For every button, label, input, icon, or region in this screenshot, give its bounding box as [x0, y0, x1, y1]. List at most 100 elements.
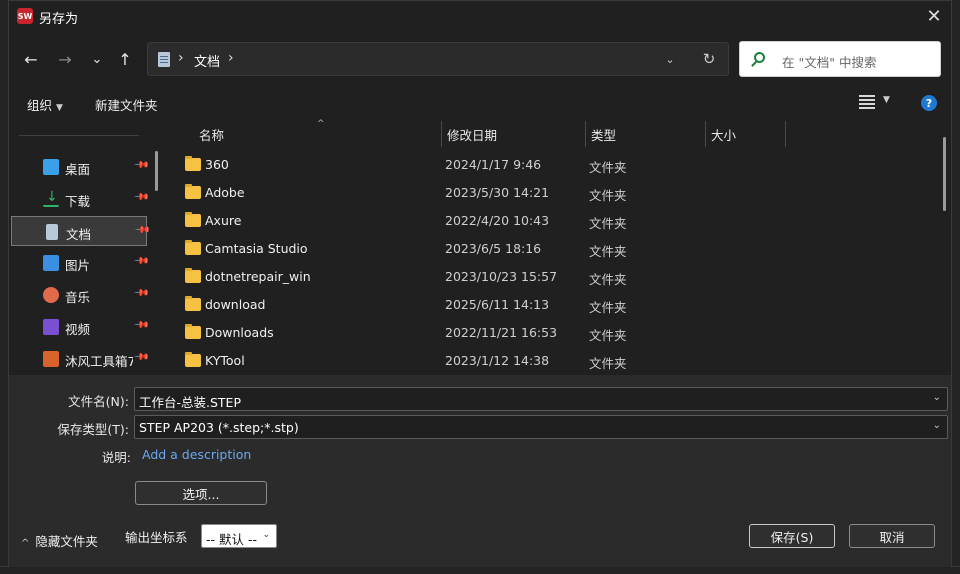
refresh-button[interactable]: ↻ — [698, 48, 720, 70]
sidebar-item-label: 桌面 — [65, 162, 91, 177]
address-history-dropdown[interactable]: ⌄ — [660, 49, 680, 69]
file-type: 文件夹 — [589, 300, 627, 315]
pin-icon: 📌 — [132, 285, 150, 302]
music-icon — [43, 287, 59, 303]
breadcrumb-documents[interactable]: 文档 — [194, 51, 220, 70]
sidebar-item-label: 音乐 — [65, 290, 91, 305]
help-icon[interactable]: ? — [921, 95, 937, 111]
list-item[interactable]: Axure 2022/4/20 10:43 文件夹 — [177, 207, 947, 235]
caret-down-icon[interactable]: ▼ — [883, 95, 890, 105]
cancel-button[interactable]: 取消 — [849, 524, 935, 548]
sidebar-item-pictures[interactable]: 图片 📌 — [11, 248, 150, 278]
back-button[interactable]: ← — [19, 47, 43, 71]
desktop-icon — [43, 159, 59, 175]
sidebar-item-music[interactable]: 音乐 📌 — [11, 280, 150, 310]
hide-folders-toggle[interactable]: ^ 隐藏文件夹 — [21, 531, 98, 550]
file-modified: 2025/6/11 14:13 — [445, 297, 550, 312]
options-button[interactable]: 选项... — [135, 481, 267, 505]
dialog-title: 另存为 — [39, 12, 79, 27]
file-modified: 2022/4/20 10:43 — [445, 213, 550, 228]
sidebar-item-downloads[interactable]: ↓ 下载 📌 — [11, 184, 150, 214]
list-item[interactable]: dotnetrepair_win 2023/10/23 15:57 文件夹 — [177, 263, 947, 291]
file-name: download — [205, 297, 266, 312]
coord-system-select[interactable]: -- 默认 -- ⌄ — [201, 524, 277, 548]
file-name: Adobe — [205, 185, 245, 200]
filetype-select[interactable]: STEP AP203 (*.step;*.stp) ⌄ — [134, 415, 948, 439]
chevron-down-icon: ⌄ — [91, 51, 103, 67]
sidebar-item-mufeng-toolbox[interactable]: 沐风工具箱7 📌 — [11, 344, 150, 374]
cancel-button-label: 取消 — [879, 529, 905, 545]
file-modified: 2022/11/21 16:53 — [445, 325, 558, 340]
sort-ascending-icon: ^ — [317, 119, 325, 129]
column-size-label: 大小 — [711, 127, 737, 143]
column-header-type[interactable]: 类型 — [591, 119, 616, 149]
view-options-icon[interactable] — [859, 95, 875, 109]
file-name: Axure — [205, 213, 242, 228]
list-item[interactable]: Adobe 2023/5/30 14:21 文件夹 — [177, 179, 947, 207]
breadcrumb-chevron-icon[interactable]: › — [228, 50, 234, 66]
sidebar-item-label: 沐风工具箱7 — [65, 354, 133, 369]
column-modified-label: 修改日期 — [447, 127, 498, 143]
folder-icon — [185, 352, 201, 367]
file-modified: 2023/10/23 15:57 — [445, 269, 558, 284]
solidworks-app-icon: SW — [17, 8, 33, 24]
forward-button[interactable]: → — [53, 47, 77, 71]
column-header-modified[interactable]: 修改日期 — [447, 119, 497, 149]
column-divider[interactable] — [585, 121, 586, 147]
pin-icon: 📌 — [132, 253, 150, 270]
column-divider[interactable] — [441, 121, 442, 147]
column-divider[interactable] — [785, 121, 786, 147]
column-divider[interactable] — [705, 121, 706, 147]
add-description-link[interactable]: Add a description — [142, 447, 251, 462]
documents-icon — [158, 52, 170, 67]
column-type-label: 类型 — [591, 127, 617, 143]
sidebar-item-videos[interactable]: 视频 📌 — [11, 312, 150, 342]
close-icon: ✕ — [926, 5, 942, 27]
organize-label: 组织 — [27, 98, 53, 113]
folder-icon — [185, 240, 201, 255]
sidebar-item-desktop[interactable]: 桌面 📌 — [11, 152, 150, 182]
save-button[interactable]: 保存(S) — [749, 524, 835, 548]
file-name: Camtasia Studio — [205, 241, 308, 256]
search-icon — [754, 52, 765, 63]
organize-menu[interactable]: 组织 ▼ — [27, 95, 63, 114]
pin-icon: 📌 — [132, 349, 150, 366]
recent-locations-button[interactable]: ⌄ — [85, 47, 109, 71]
file-name: Downloads — [205, 325, 274, 340]
navigation-bar: ← → ⌄ ↑ › 文档 › ⌄ ↻ 在 "文档" 中搜索 — [9, 39, 951, 79]
folder-icon — [185, 184, 201, 199]
up-button[interactable]: ↑ — [113, 47, 137, 71]
new-folder-label: 新建文件夹 — [95, 98, 158, 113]
search-input[interactable]: 在 "文档" 中搜索 — [739, 41, 941, 77]
sidebar-item-documents[interactable]: 文档 📌 — [11, 216, 151, 246]
list-item[interactable]: 360 2024/1/17 9:46 文件夹 — [177, 151, 947, 179]
chevron-down-icon[interactable]: ⌄ — [933, 392, 941, 403]
chevron-down-icon[interactable]: ⌄ — [933, 420, 941, 431]
list-item[interactable]: Downloads 2022/11/21 16:53 文件夹 — [177, 319, 947, 347]
file-list-scrollbar[interactable] — [943, 137, 946, 211]
search-placeholder: 在 "文档" 中搜索 — [782, 55, 877, 70]
options-button-label: 选项... — [182, 486, 220, 502]
breadcrumb-chevron-icon[interactable]: › — [178, 50, 184, 66]
pin-icon: 📌 — [132, 189, 150, 206]
list-item[interactable]: Camtasia Studio 2023/6/5 18:16 文件夹 — [177, 235, 947, 263]
filename-field[interactable]: 工作台-总装.STEP ⌄ — [134, 387, 948, 411]
column-header-name[interactable]: 名称 — [199, 119, 224, 149]
file-type: 文件夹 — [589, 216, 627, 231]
filename-label: 文件名(N): — [68, 394, 129, 409]
sidebar-scrollbar[interactable] — [155, 151, 158, 191]
sidebar-divider — [19, 135, 139, 136]
chevron-down-icon: ⌄ — [665, 52, 675, 66]
list-item[interactable]: download 2025/6/11 14:13 文件夹 — [177, 291, 947, 319]
new-folder-button[interactable]: 新建文件夹 — [95, 95, 158, 114]
caret-down-icon: ▼ — [56, 103, 63, 113]
column-header-size[interactable]: 大小 — [711, 119, 736, 149]
file-modified: 2024/1/17 9:46 — [445, 157, 542, 172]
close-button[interactable]: ✕ — [919, 3, 949, 29]
folder-icon — [185, 296, 201, 311]
documents-icon — [46, 224, 58, 240]
address-bar[interactable]: › 文档 › ⌄ ↻ — [147, 42, 729, 76]
save-button-label: 保存(S) — [770, 529, 814, 545]
list-item[interactable]: KYTool 2023/1/12 14:38 文件夹 — [177, 347, 947, 375]
refresh-icon: ↻ — [702, 50, 716, 68]
